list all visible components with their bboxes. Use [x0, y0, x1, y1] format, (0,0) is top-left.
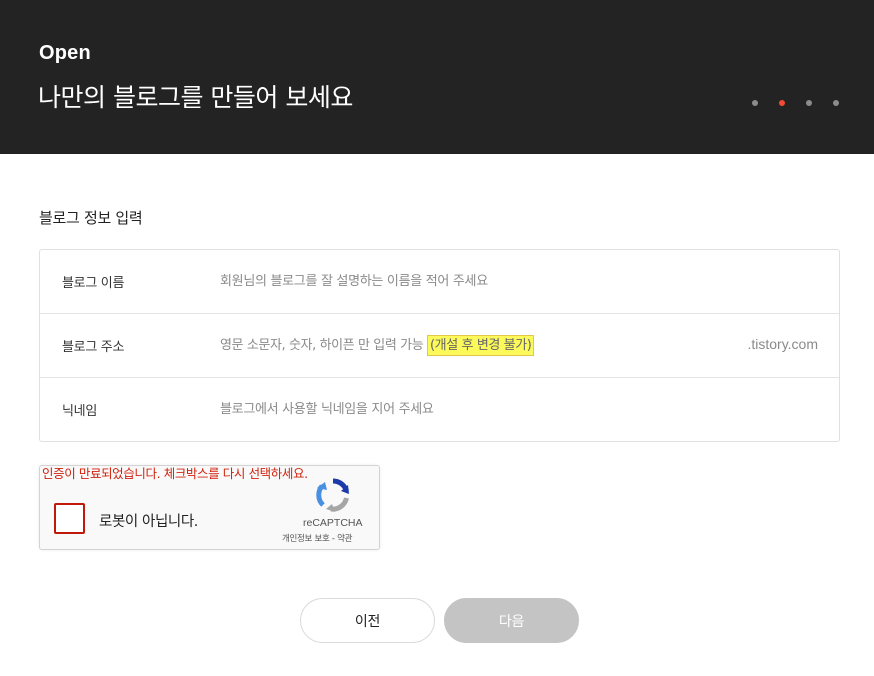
- blog-name-input[interactable]: [220, 270, 740, 292]
- header-eyebrow: Open: [39, 42, 91, 64]
- step-dot-4: [833, 100, 839, 106]
- step-indicator: [752, 100, 839, 106]
- link-separator: -: [329, 534, 338, 544]
- prev-button[interactable]: 이전: [300, 598, 435, 643]
- page-header: Open 나만의 블로그를 만들어 보세요: [0, 0, 874, 154]
- step-dot-1: [752, 100, 758, 106]
- blog-address-row: 블로그 주소 영문 소문자, 숫자, 하이픈 만 입력 가능 (개설 후 변경 …: [40, 314, 839, 378]
- privacy-link[interactable]: 개인정보 보호: [282, 534, 330, 544]
- blog-address-label: 블로그 주소: [62, 340, 125, 355]
- domain-suffix: .tistory.com: [747, 336, 818, 352]
- blog-address-hint: 영문 소문자, 숫자, 하이픈 만 입력 가능: [220, 338, 424, 353]
- next-button[interactable]: 다음: [444, 598, 579, 643]
- step-dot-2-active: [779, 100, 785, 106]
- recaptcha-widget: 인증이 만료되었습니다. 체크박스를 다시 선택하세요. 로봇이 아닙니다. r…: [39, 465, 380, 550]
- recaptcha-logo-icon: [316, 478, 349, 512]
- recaptcha-brand: reCAPTCHA: [303, 517, 363, 529]
- recaptcha-expired-error: 인증이 만료되었습니다. 체크박스를 다시 선택하세요.: [42, 466, 308, 481]
- section-title: 블로그 정보 입력: [39, 209, 143, 227]
- recaptcha-checkbox[interactable]: [54, 503, 85, 534]
- terms-link[interactable]: 약관: [337, 534, 352, 544]
- nickname-input[interactable]: [220, 398, 740, 420]
- blog-name-label: 블로그 이름: [62, 276, 125, 291]
- blog-info-form: 블로그 이름 블로그 주소 영문 소문자, 숫자, 하이픈 만 입력 가능 (개…: [39, 249, 840, 442]
- step-dot-3: [806, 100, 812, 106]
- blog-name-row: 블로그 이름: [40, 250, 839, 314]
- page-title: 나만의 블로그를 만들어 보세요: [38, 83, 353, 112]
- recaptcha-label: 로봇이 아닙니다.: [99, 514, 198, 530]
- no-change-warning: (개설 후 변경 불가): [427, 335, 535, 356]
- nickname-label: 닉네임: [62, 404, 97, 419]
- recaptcha-links: 개인정보 보호 - 약관: [282, 532, 352, 544]
- nickname-row: 닉네임: [40, 378, 839, 442]
- blog-address-input[interactable]: 영문 소문자, 숫자, 하이픈 만 입력 가능 (개설 후 변경 불가): [220, 334, 535, 356]
